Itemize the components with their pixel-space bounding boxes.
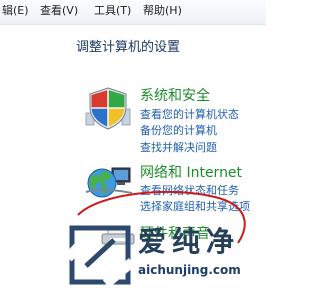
watermark-logo bbox=[66, 225, 134, 288]
watermark-url: aichunjing.com bbox=[138, 263, 241, 277]
watermark-text: 爱纯净 bbox=[138, 225, 241, 258]
